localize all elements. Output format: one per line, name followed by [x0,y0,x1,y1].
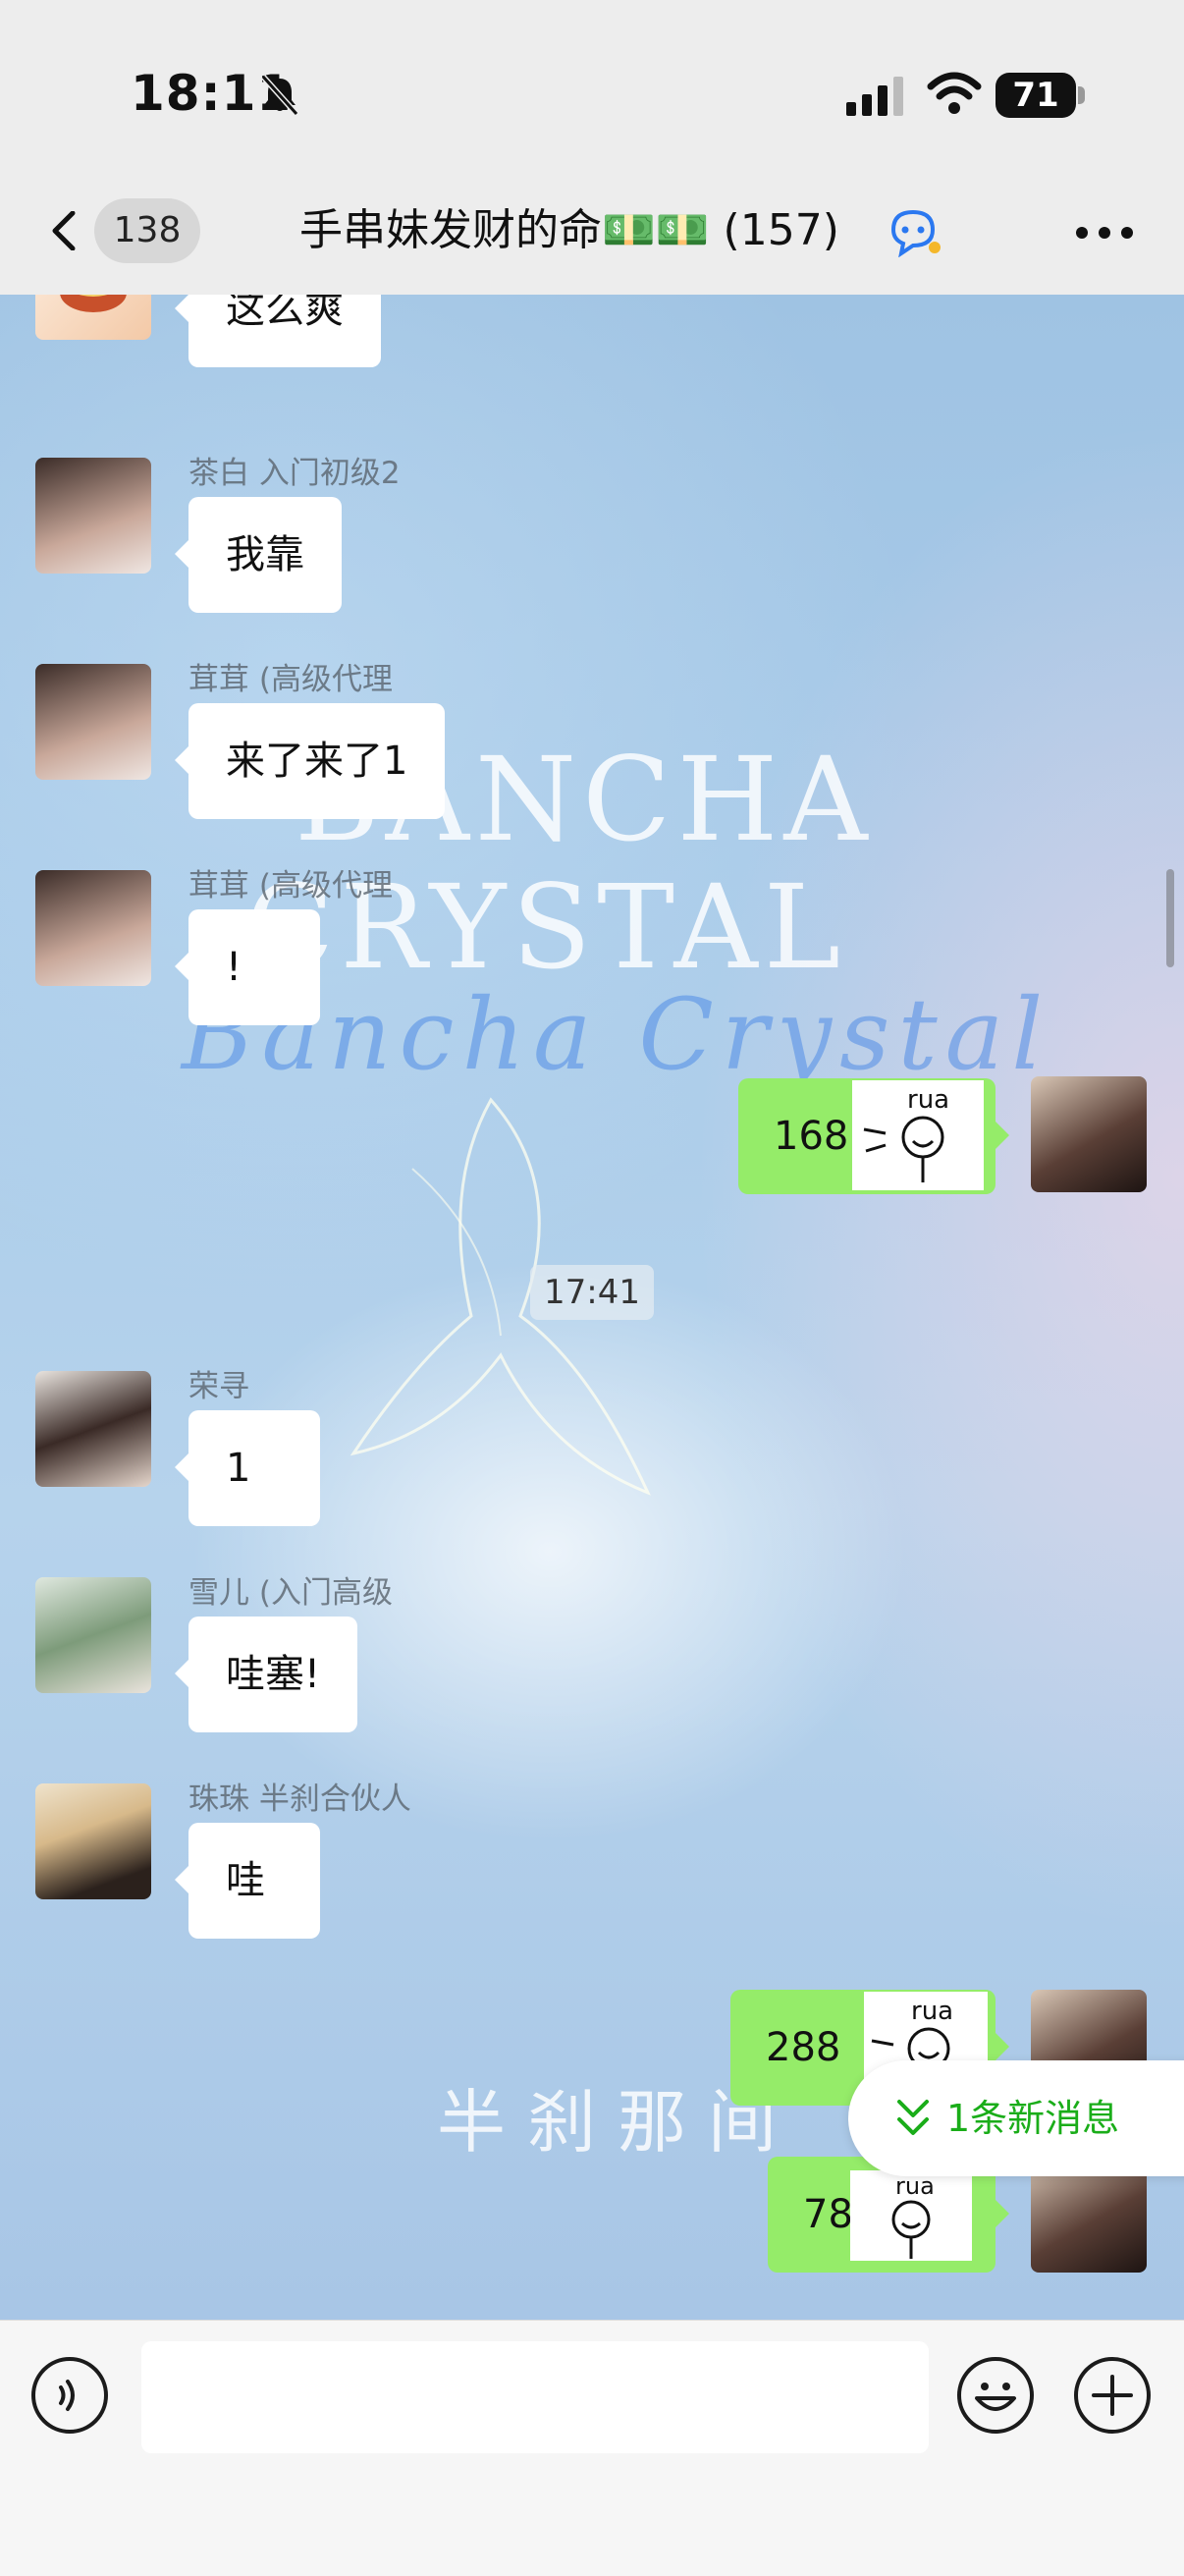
message-bubble[interactable]: 哇塞! [174,1617,358,1732]
my-avatar[interactable] [1031,1076,1147,1192]
new-message-banner[interactable]: 1条新消息 [848,2060,1184,2176]
avatar[interactable] [35,664,151,780]
plus-icon[interactable] [1074,2357,1151,2434]
robot-icon[interactable] [888,208,942,257]
sender-name: 珠珠 半刹合伙人 [188,1781,411,1817]
message-bubble[interactable]: 哇 [175,1823,320,1939]
new-message-label: 1条新消息 [946,2097,1120,2140]
sender-name: 茸茸 (高级代理 [188,662,393,697]
avatar[interactable] [35,870,151,986]
voice-icon[interactable] [31,2357,108,2434]
sender-name: 荣寻 [188,1369,249,1404]
back-icon[interactable] [45,211,84,250]
message-bubble[interactable]: 来了来了1 [174,703,446,819]
sticker-text: rua [907,1085,949,1115]
sender-name: 茸茸 (高级代理 [188,868,393,904]
avatar[interactable] [35,295,151,340]
battery-tip [1078,86,1085,104]
rua-sticker[interactable]: rua [852,1080,984,1190]
sender-name: 茶白 入门初级2 [188,456,401,491]
unread-count-badge[interactable]: 138 [94,198,200,263]
avatar[interactable] [35,458,151,574]
sender-name: 雪儿 (入门高级 [188,1575,393,1611]
sticker-text: rua [895,2172,935,2200]
message-input[interactable] [141,2341,929,2453]
battery-level: 71 [996,73,1076,118]
chevron-down-icon [897,2100,929,2135]
status-bar: 18:11 71 [0,0,1184,187]
chat-messages[interactable]: BANCHA CRYSTAL Bancha Crystal 半刹那间 这么爽 茶… [0,295,1184,2320]
message-bubble[interactable]: ! [175,909,320,1025]
message-text: 168 [774,1114,849,1159]
sticker-text: rua [911,1997,953,2026]
rua-sticker[interactable]: rua [850,2170,972,2261]
scrollbar[interactable] [1166,869,1174,967]
signal-icon [846,77,903,116]
message-bubble[interactable]: 1 [175,1410,320,1526]
message-text: 288 [766,2025,841,2070]
chat-title[interactable]: 手串妹发财的命💵💵 (157) [299,196,839,265]
wifi-icon [927,72,982,114]
more-icon[interactable] [1075,226,1134,240]
message-bubble[interactable]: 这么爽 [175,295,381,367]
avatar[interactable] [35,1371,151,1487]
timestamp: 17:41 [530,1265,654,1320]
message-bubble[interactable]: 我靠 [175,497,342,613]
avatar[interactable] [35,1783,151,1899]
bell-mute-icon [260,74,299,117]
avatar[interactable] [35,1577,151,1693]
emoji-icon[interactable] [957,2357,1034,2434]
message-text: 78 [803,2192,853,2237]
